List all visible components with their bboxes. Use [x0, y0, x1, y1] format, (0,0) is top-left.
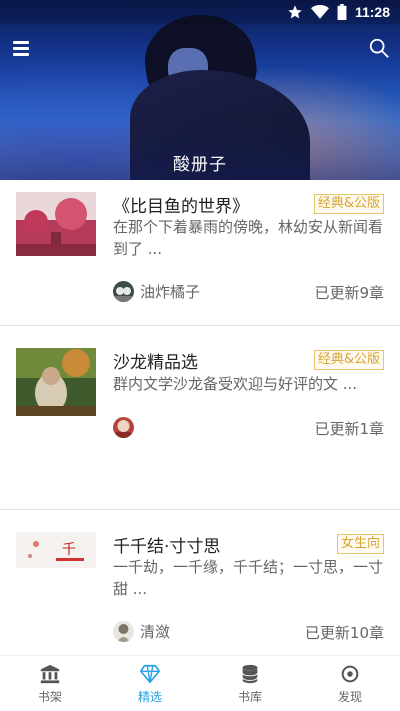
- book-cover[interactable]: 千: [16, 532, 96, 568]
- book-title[interactable]: 《比目鱼的世界》: [113, 192, 249, 217]
- nav-label: 书库: [237, 689, 262, 704]
- book-author[interactable]: [113, 417, 140, 438]
- status-bar: 11:28: [0, 0, 400, 24]
- book-cover[interactable]: [16, 192, 96, 256]
- nav-item-library[interactable]: 书库: [200, 656, 300, 711]
- book-list: 《比目鱼的世界》 经典&公版 在那个下着暴雨的傍晚，林幼安从新闻看到了 ... …: [0, 180, 400, 660]
- nav-item-featured[interactable]: 精选: [100, 656, 200, 711]
- avatar: [113, 621, 134, 642]
- avatar: [113, 417, 134, 438]
- bank-icon: [39, 663, 61, 685]
- hamburger-icon[interactable]: [13, 41, 31, 57]
- nav-label: 精选: [137, 689, 162, 704]
- star-icon: [287, 4, 303, 20]
- book-tag: 经典&公版: [313, 194, 384, 214]
- bottom-nav: 书架 精选 书库 发现: [0, 655, 400, 711]
- update-count: 已更新1章: [314, 420, 384, 438]
- author-name: 清潋: [140, 623, 171, 641]
- book-card[interactable]: 千 千千结·寸寸思 女生向 一千劫，一千缘，千千结；一寸思，一寸甜 ... 清潋…: [0, 510, 400, 660]
- book-description: 一千劫，一千缘，千千结；一寸思，一寸甜 ...: [113, 558, 384, 598]
- author-name: 油炸橘子: [140, 283, 201, 301]
- page-title: 酸册子: [173, 155, 227, 175]
- avatar: [113, 281, 134, 302]
- nav-item-discover[interactable]: 发现: [300, 656, 400, 711]
- book-tag: 女生向: [336, 534, 384, 554]
- database-icon: [239, 663, 261, 685]
- svg-text:千: 千: [62, 542, 76, 558]
- book-card[interactable]: 《比目鱼的世界》 经典&公版 在那个下着暴雨的傍晚，林幼安从新闻看到了 ... …: [0, 180, 400, 326]
- diamond-icon: [139, 663, 161, 685]
- status-time: 11:28: [354, 4, 390, 20]
- nav-item-bookshelf[interactable]: 书架: [0, 656, 100, 711]
- book-cover[interactable]: [16, 348, 96, 416]
- book-description: 在那个下着暴雨的傍晚，林幼安从新闻看到了 ...: [113, 218, 384, 258]
- book-description: 群内文学沙龙备受欢迎与好评的文 ...: [113, 375, 358, 393]
- book-author[interactable]: 清潋: [113, 621, 170, 642]
- battery-icon: [337, 4, 347, 20]
- target-icon: [339, 663, 361, 685]
- book-tag: 经典&公版: [313, 350, 384, 370]
- book-card[interactable]: 沙龙精品选 经典&公版 群内文学沙龙备受欢迎与好评的文 ... 已更新1章: [0, 326, 400, 510]
- update-count: 已更新10章: [304, 624, 384, 642]
- book-author[interactable]: 油炸橘子: [113, 281, 200, 302]
- search-icon[interactable]: [368, 37, 390, 59]
- update-count: 已更新9章: [314, 284, 384, 302]
- nav-label: 发现: [337, 689, 362, 704]
- book-title[interactable]: 千千结·寸寸思: [113, 532, 220, 557]
- book-title[interactable]: 沙龙精品选: [113, 348, 198, 373]
- nav-label: 书架: [37, 689, 62, 704]
- wifi-icon: [310, 4, 329, 20]
